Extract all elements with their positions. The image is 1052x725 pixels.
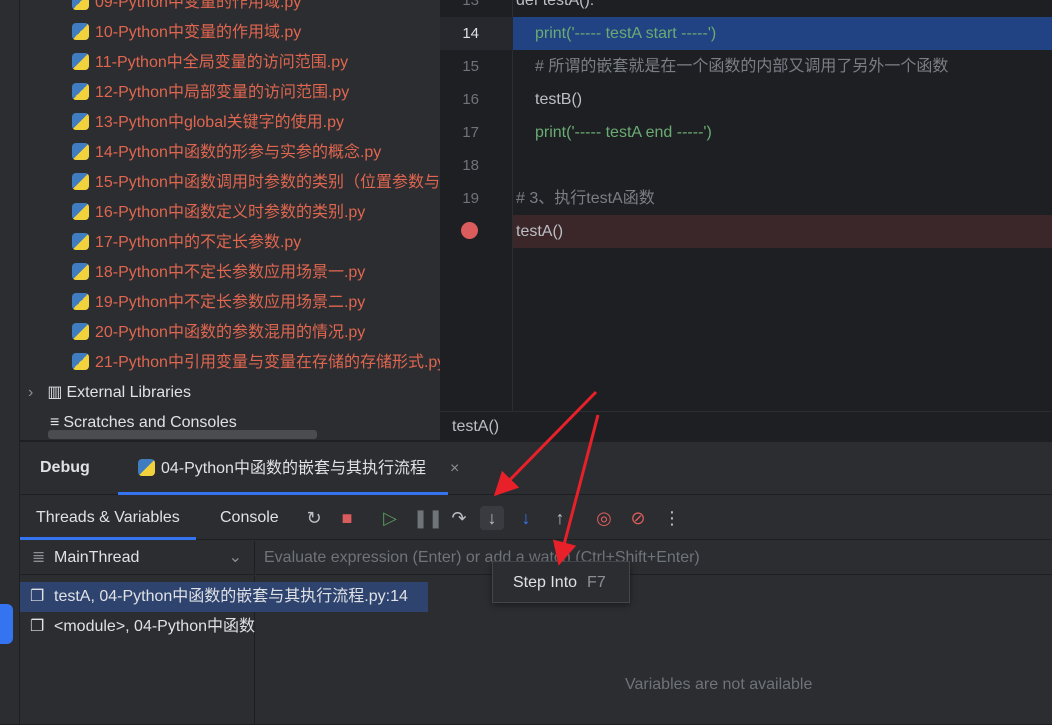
arrow-to-tooltip	[552, 414, 600, 566]
annotation-arrows	[493, 390, 600, 566]
